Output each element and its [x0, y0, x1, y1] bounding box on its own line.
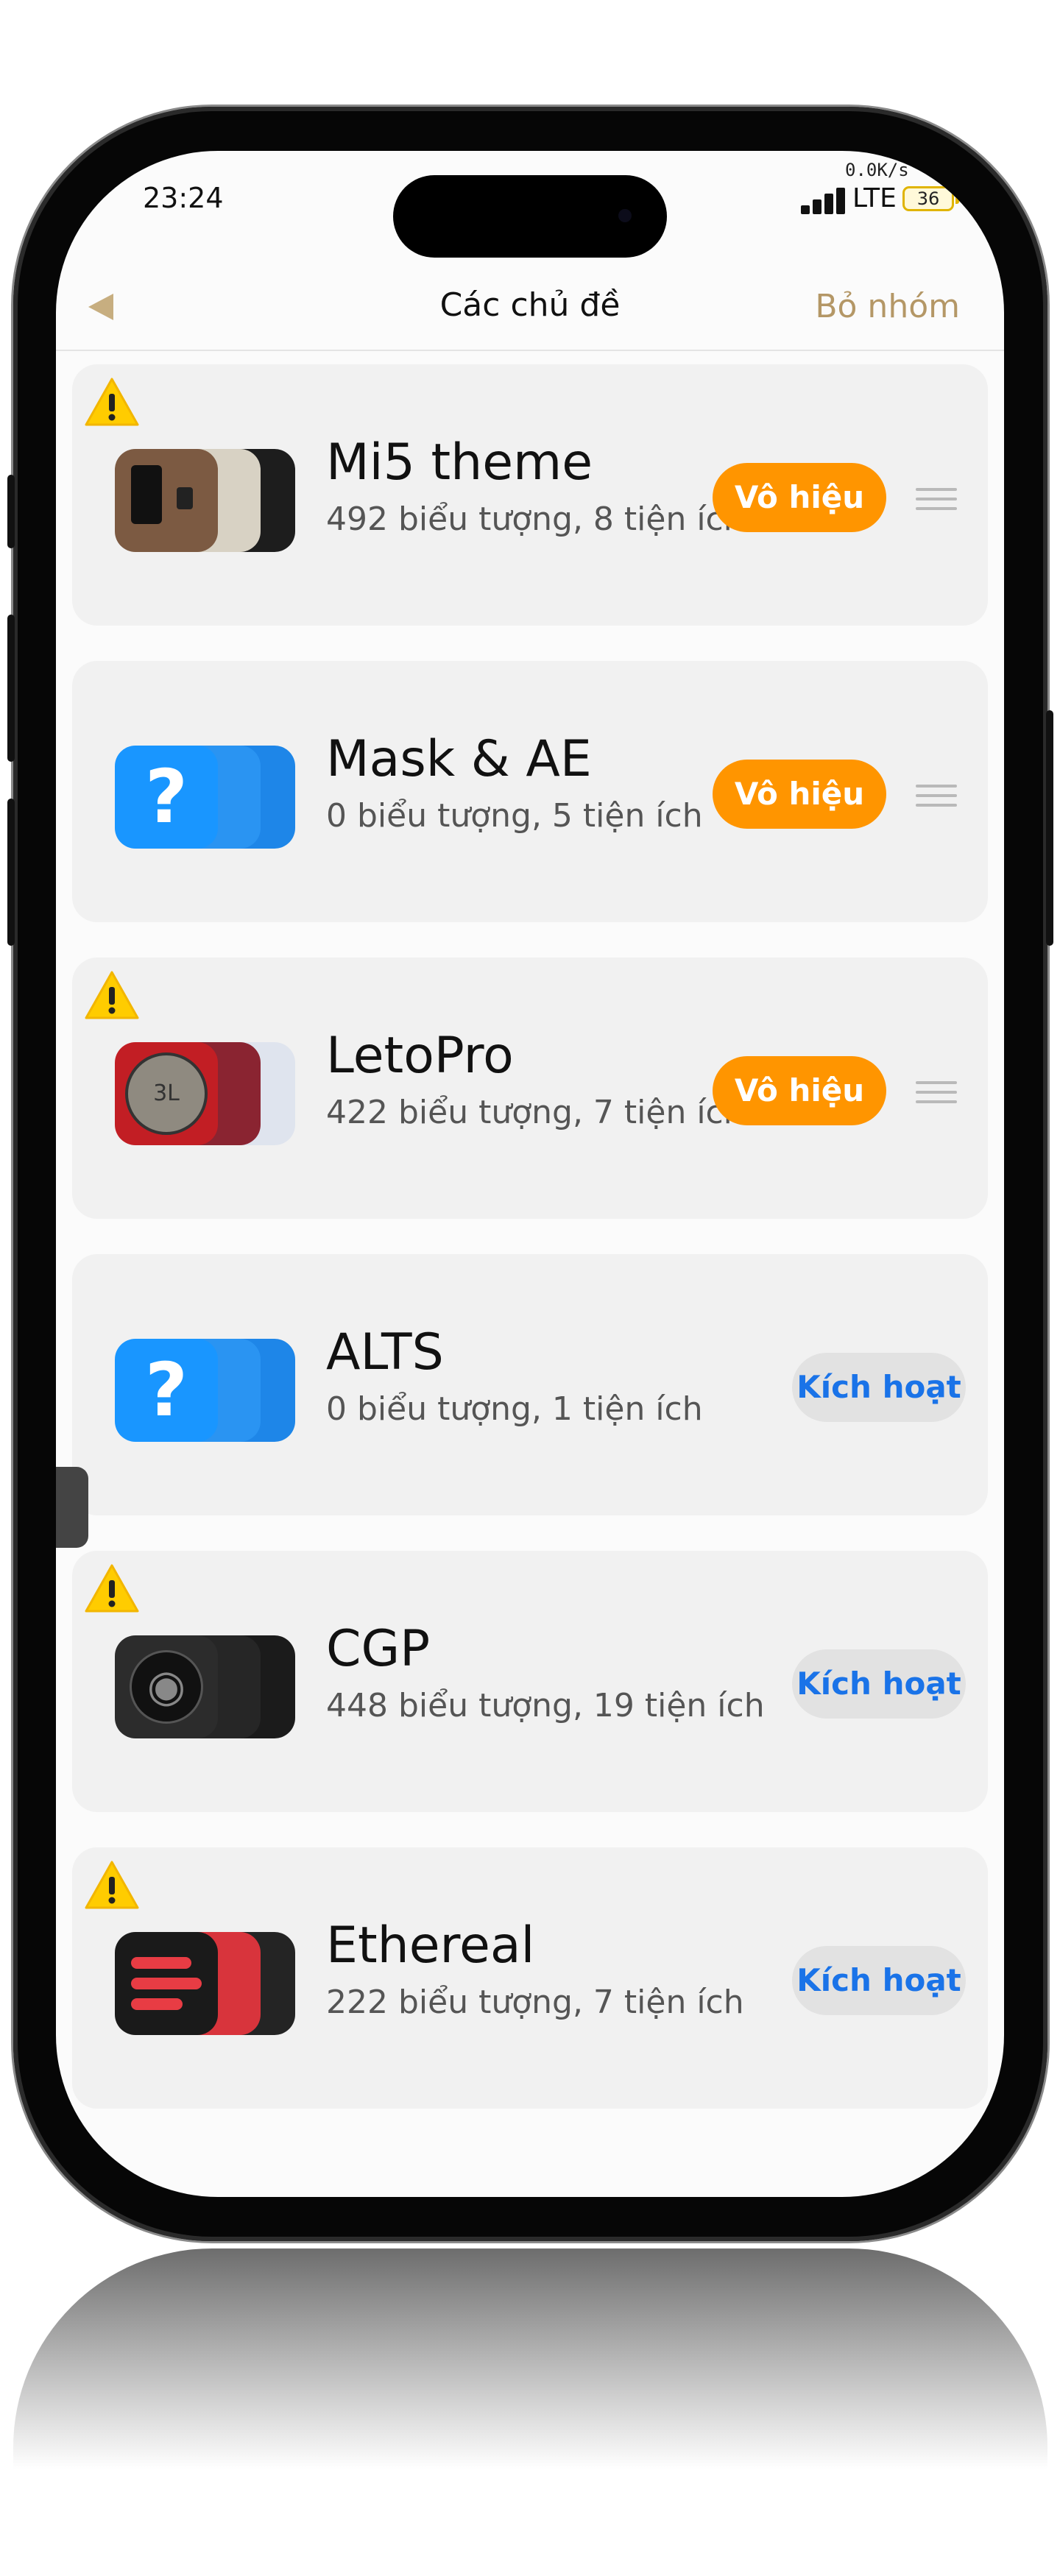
power-button	[1046, 710, 1053, 946]
activate-button[interactable]: Kích hoạt	[792, 1649, 966, 1719]
rotary-dial-icon: ◉	[115, 1635, 218, 1738]
theme-preview-icons: ?	[115, 738, 306, 856]
phone-app-icon	[115, 449, 218, 552]
signal-icon	[801, 188, 848, 214]
theme-preview-icons	[115, 1925, 306, 2042]
dial-glyph: ◉	[130, 1650, 203, 1724]
warning-icon	[84, 969, 140, 1021]
theme-preview-icons: ?	[115, 1331, 306, 1449]
activate-button[interactable]: Kích hoạt	[792, 1353, 966, 1422]
warning-icon	[84, 1859, 140, 1911]
warning-icon	[84, 1563, 140, 1614]
floating-assistive-button[interactable]	[56, 1467, 88, 1548]
question-mark-icon: ?	[115, 1339, 218, 1442]
phone-frame: 23:24 0.0K/s LTE 36 Các chủ đề Bỏ nhóm M…	[7, 107, 1053, 2241]
question-mark-icon: ?	[115, 746, 218, 849]
theme-name: LetoPro	[326, 1027, 514, 1085]
theme-stats: 492 biểu tượng, 8 tiện ích	[326, 500, 744, 538]
theme-name: ALTS	[326, 1323, 444, 1381]
navigation-bar: Các chủ đề Bỏ nhóm	[56, 261, 1004, 351]
theme-card[interactable]: Mi5 theme 492 biểu tượng, 8 tiện ích Vô …	[72, 364, 988, 626]
drag-handle-icon[interactable]	[916, 488, 957, 510]
phone-reflection	[13, 2248, 1047, 2543]
screen: 23:24 0.0K/s LTE 36 Các chủ đề Bỏ nhóm M…	[56, 151, 1004, 2197]
disable-button[interactable]: Vô hiệu	[713, 463, 886, 532]
theme-card[interactable]: Ethereal 222 biểu tượng, 7 tiện ích Kích…	[72, 1847, 988, 2109]
rotary-phone-icon: 3L	[115, 1042, 218, 1145]
theme-preview-icons	[115, 442, 306, 559]
theme-stats: 0 biểu tượng, 5 tiện ích	[326, 797, 703, 835]
disable-button[interactable]: Vô hiệu	[713, 1056, 886, 1125]
dial-label: 3L	[125, 1052, 208, 1135]
theme-list: Mi5 theme 492 biểu tượng, 8 tiện ích Vô …	[72, 364, 988, 2144]
activate-button[interactable]: Kích hoạt	[792, 1946, 966, 2015]
drag-handle-icon[interactable]	[916, 785, 957, 807]
theme-name: Mask & AE	[326, 730, 592, 788]
theme-card[interactable]: ? ALTS 0 biểu tượng, 1 tiện ích Kích hoạ…	[72, 1254, 988, 1515]
warning-icon	[84, 376, 140, 428]
battery-icon: 36	[902, 186, 959, 211]
status-time: 23:24	[143, 182, 224, 214]
mute-switch	[7, 475, 15, 548]
theme-name: Mi5 theme	[326, 434, 593, 492]
theme-card[interactable]: ? Mask & AE 0 biểu tượng, 5 tiện ích Vô …	[72, 661, 988, 922]
theme-name: Ethereal	[326, 1917, 535, 1975]
theme-stats: 0 biểu tượng, 1 tiện ích	[326, 1390, 703, 1428]
network-type: LTE	[852, 183, 897, 213]
theme-card[interactable]: ◉ CGP 448 biểu tượng, 19 tiện ích Kích h…	[72, 1551, 988, 1812]
volume-up-button	[7, 615, 15, 762]
theme-name: CGP	[326, 1620, 431, 1678]
ungroup-button[interactable]: Bỏ nhóm	[815, 288, 960, 325]
theme-stats: 222 biểu tượng, 7 tiện ích	[326, 1984, 744, 2021]
camera-icon	[618, 209, 632, 222]
disable-button[interactable]: Vô hiệu	[713, 760, 886, 829]
dynamic-island	[393, 175, 667, 258]
theme-stats: 448 biểu tượng, 19 tiện ích	[326, 1687, 765, 1724]
theme-card[interactable]: 3L LetoPro 422 biểu tượng, 7 tiện ích Vô…	[72, 958, 988, 1219]
volume-down-button	[7, 799, 15, 946]
drag-handle-icon[interactable]	[916, 1081, 957, 1103]
theme-preview-icons: 3L	[115, 1035, 306, 1153]
theme-preview-icons: ◉	[115, 1628, 306, 1746]
menu-app-icon	[115, 1932, 218, 2035]
theme-stats: 422 biểu tượng, 7 tiện ích	[326, 1094, 744, 1131]
network-speed: 0.0K/s	[845, 160, 909, 180]
